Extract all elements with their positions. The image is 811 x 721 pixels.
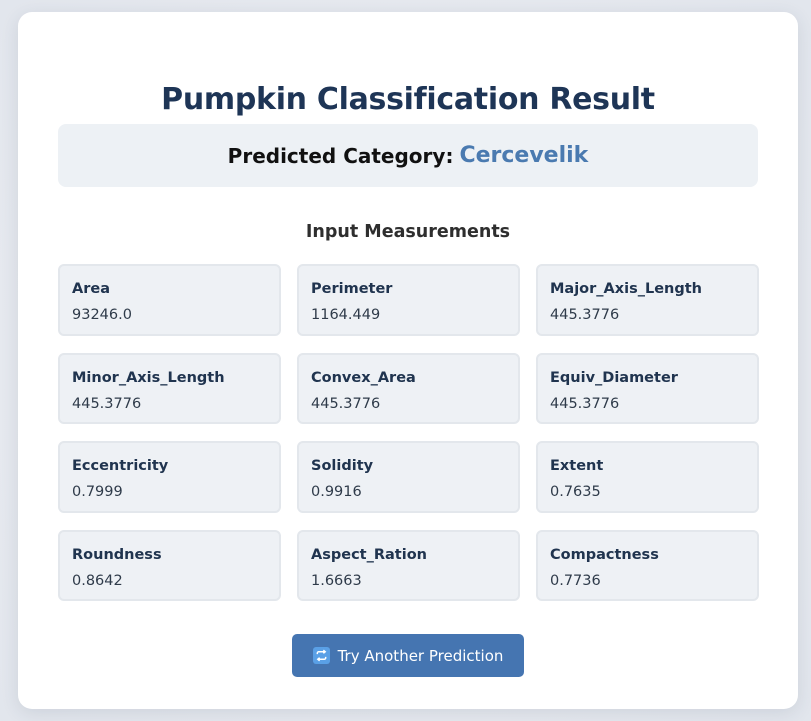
measurement-label: Minor_Axis_Length bbox=[72, 369, 225, 386]
measurement-card-roundness: Roundness 0.8642 bbox=[58, 529, 281, 601]
try-another-prediction-button[interactable]: Try Another Prediction bbox=[292, 634, 524, 677]
prediction-value: Cercevelik bbox=[459, 143, 589, 168]
page-title: Pumpkin Classification Result bbox=[161, 82, 655, 117]
measurement-label: Area bbox=[72, 281, 110, 297]
measurement-label: Equiv_Diameter bbox=[550, 369, 678, 386]
measurement-value: 1164.449 bbox=[311, 307, 381, 323]
measurement-card-perimeter: Perimeter 1164.449 bbox=[297, 264, 520, 336]
measurement-value: 445.3776 bbox=[550, 395, 620, 412]
measurement-label: Aspect_Ration bbox=[311, 546, 427, 563]
measurement-value: 445.3776 bbox=[72, 395, 142, 412]
measurement-card-minor-axis-length: Minor_Axis_Length 445.3776 bbox=[58, 352, 281, 424]
measurement-label: Roundness bbox=[72, 546, 162, 563]
measurement-value: 1.6663 bbox=[311, 572, 362, 589]
measurement-label: Solidity bbox=[311, 458, 374, 474]
measurement-label: Compactness bbox=[550, 546, 659, 563]
repeat-icon-glyph bbox=[316, 649, 327, 662]
measurement-label: Major_Axis_Length bbox=[550, 281, 703, 297]
measurement-value: 0.7999 bbox=[72, 484, 123, 500]
prediction-label: Predicted Category: bbox=[227, 143, 454, 168]
result-card: Pumpkin Classification Result Predicted … bbox=[18, 12, 798, 709]
measurement-card-convex-area: Convex_Area 445.3776 bbox=[297, 352, 520, 424]
button-label: Try Another Prediction bbox=[337, 646, 504, 665]
measurement-label: Eccentricity bbox=[72, 458, 169, 474]
measurements-heading: Input Measurements bbox=[305, 222, 511, 242]
measurement-value: 93246.0 bbox=[72, 307, 132, 323]
measurement-value: 0.9916 bbox=[311, 484, 362, 500]
measurements-grid: Area 93246.0 Perimeter 1164.449 Major_Ax… bbox=[58, 264, 759, 601]
measurement-card-eccentricity: Eccentricity 0.7999 bbox=[58, 441, 281, 513]
repeat-icon bbox=[312, 647, 330, 664]
prediction-box: Predicted Category: Cercevelik bbox=[58, 124, 758, 187]
measurement-label: Extent bbox=[550, 458, 604, 474]
measurement-label: Convex_Area bbox=[311, 369, 416, 386]
measurement-value: 0.8642 bbox=[72, 572, 123, 589]
measurement-value: 445.3776 bbox=[550, 307, 620, 323]
measurement-card-equiv-diameter: Equiv_Diameter 445.3776 bbox=[536, 352, 759, 424]
measurement-card-aspect-ration: Aspect_Ration 1.6663 bbox=[297, 529, 520, 601]
measurement-value: 0.7736 bbox=[550, 572, 601, 589]
measurement-label: Perimeter bbox=[311, 281, 393, 297]
measurement-value: 0.7635 bbox=[550, 484, 601, 500]
measurement-card-area: Area 93246.0 bbox=[58, 264, 281, 336]
measurement-card-compactness: Compactness 0.7736 bbox=[536, 529, 759, 601]
measurement-card-extent: Extent 0.7635 bbox=[536, 441, 759, 513]
measurement-value: 445.3776 bbox=[311, 395, 381, 412]
measurement-card-solidity: Solidity 0.9916 bbox=[297, 441, 520, 513]
measurement-card-major-axis-length: Major_Axis_Length 445.3776 bbox=[536, 264, 759, 336]
